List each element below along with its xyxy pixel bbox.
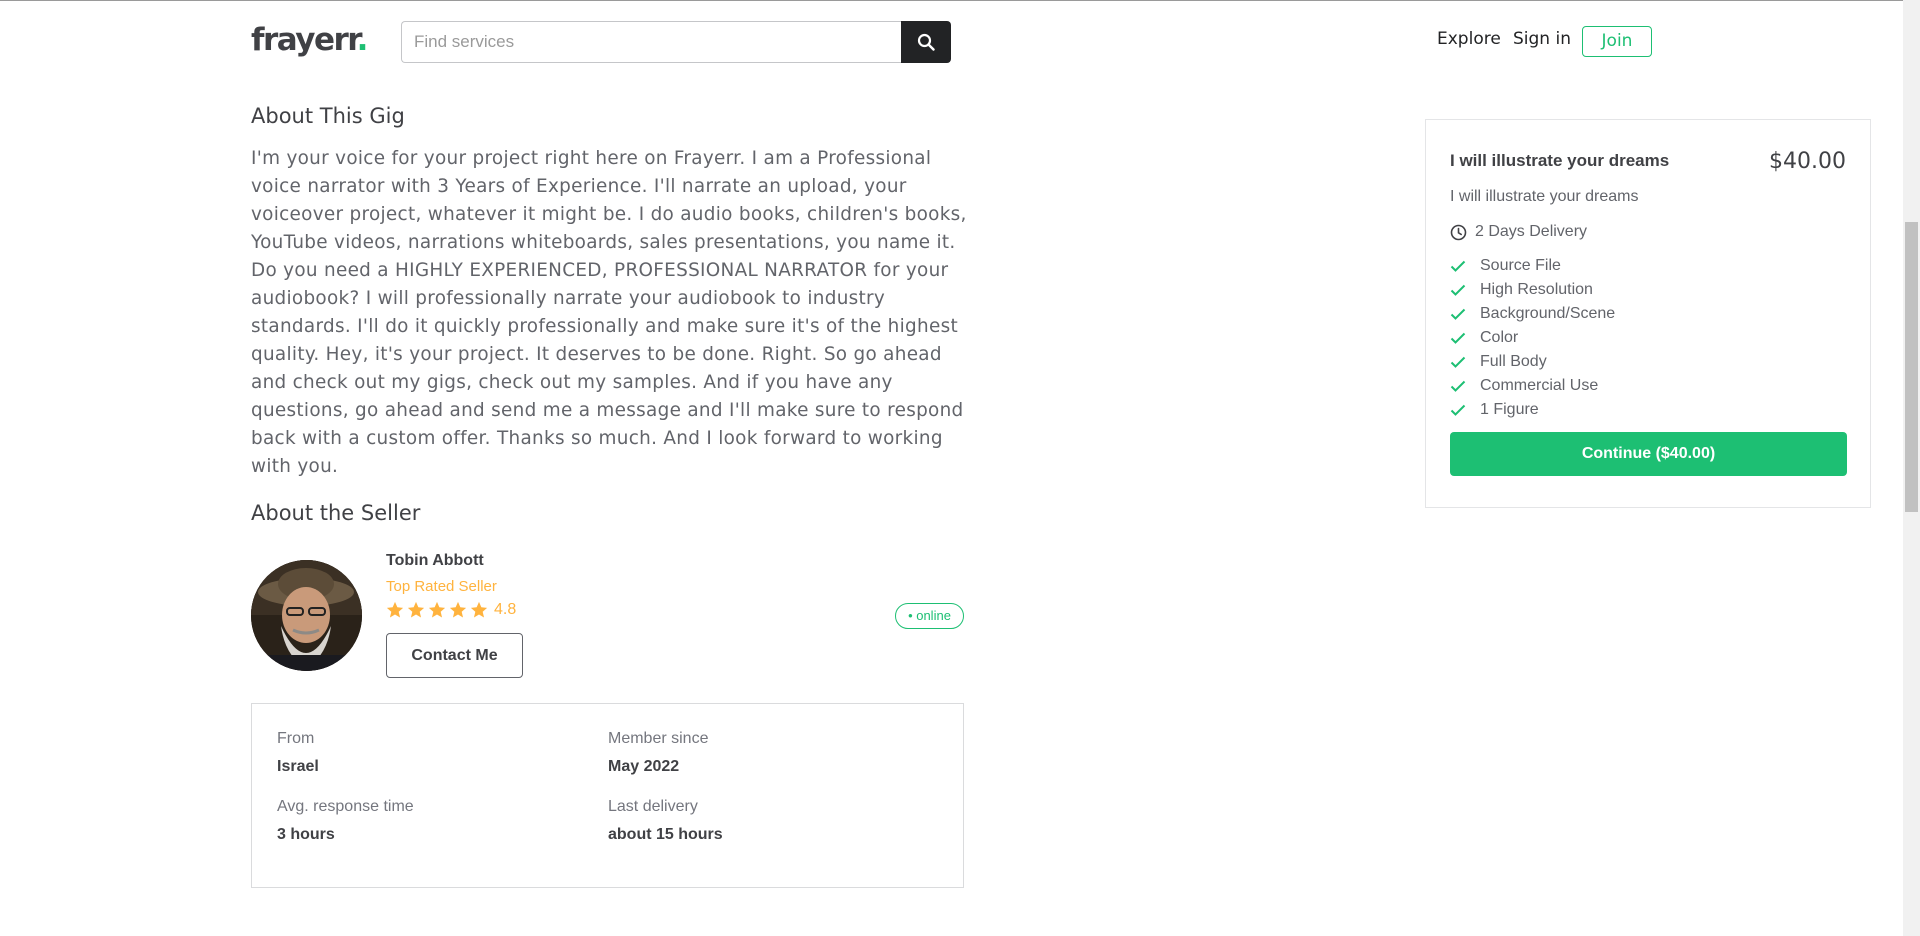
- from-label: From: [277, 730, 315, 747]
- contact-me-button[interactable]: Contact Me: [386, 633, 523, 678]
- site-header: frayerr. Explore Sign in Join: [0, 1, 1903, 81]
- feature-item: 1 Figure: [1450, 398, 1615, 422]
- star-icon: [428, 601, 446, 618]
- check-icon: [1450, 332, 1466, 344]
- seller-name[interactable]: Tobin Abbott: [386, 552, 484, 570]
- logo-text: frayerr: [251, 22, 358, 58]
- seller-rating: 4.8: [386, 599, 516, 621]
- feature-label: Source File: [1480, 257, 1561, 274]
- feature-label: Commercial Use: [1480, 377, 1599, 394]
- check-icon: [1450, 260, 1466, 272]
- star-icon: [407, 601, 425, 618]
- search-button[interactable]: [901, 21, 951, 63]
- check-icon: [1450, 380, 1466, 392]
- rating-value: 4.8: [494, 601, 517, 618]
- feature-item: Background/Scene: [1450, 302, 1615, 326]
- check-icon: [1450, 404, 1466, 416]
- star-icon: [449, 601, 467, 618]
- feature-item: Source File: [1450, 254, 1615, 278]
- search-icon: [917, 33, 935, 51]
- gig-description: I'm your voice for your project right he…: [251, 148, 967, 477]
- from-value: Israel: [277, 758, 319, 775]
- clock-icon: [1450, 224, 1467, 240]
- join-button[interactable]: Join: [1582, 26, 1652, 57]
- scrollbar-thumb[interactable]: [1905, 222, 1918, 512]
- package-card: I will illustrate your dreams $40.00 I w…: [1425, 119, 1871, 508]
- continue-button[interactable]: Continue ($40.00): [1450, 432, 1847, 476]
- package-delivery: 2 Days Delivery: [1450, 223, 1587, 241]
- feature-item: Full Body: [1450, 350, 1615, 374]
- feature-label: Full Body: [1480, 353, 1547, 370]
- member-since-value: May 2022: [608, 758, 680, 775]
- last-delivery-label: Last delivery: [608, 798, 698, 815]
- check-icon: [1450, 284, 1466, 296]
- star-icon: [386, 601, 404, 618]
- response-time-label: Avg. response time: [277, 798, 414, 815]
- last-delivery-value: about 15 hours: [608, 826, 723, 843]
- feature-list: Source File High Resolution Background/S…: [1450, 254, 1615, 422]
- feature-label: 1 Figure: [1480, 401, 1539, 418]
- member-since-label: Member since: [608, 730, 709, 747]
- nav-signin-link[interactable]: Sign in: [1513, 29, 1571, 49]
- response-time-value: 3 hours: [277, 826, 335, 843]
- feature-item: High Resolution: [1450, 278, 1615, 302]
- frayerr-logo[interactable]: frayerr.: [251, 19, 369, 61]
- logo-dot: .: [356, 22, 369, 58]
- nav-explore-link[interactable]: Explore: [1437, 29, 1501, 49]
- online-status-badge: • online: [895, 603, 964, 629]
- package-title: I will illustrate your dreams: [1450, 151, 1670, 170]
- delivery-text: 2 Days Delivery: [1475, 223, 1588, 240]
- search-input[interactable]: [401, 21, 901, 63]
- about-gig-heading: About This Gig: [251, 104, 405, 128]
- check-icon: [1450, 356, 1466, 368]
- seller-level-badge: Top Rated Seller: [386, 578, 497, 595]
- star-icon: [470, 601, 488, 618]
- package-price: $40.00: [1769, 149, 1846, 174]
- package-description: I will illustrate your dreams: [1450, 188, 1639, 205]
- feature-label: Color: [1480, 329, 1519, 346]
- check-icon: [1450, 308, 1466, 320]
- feature-item: Color: [1450, 326, 1615, 350]
- avatar-portrait-image: [251, 560, 362, 671]
- search-bar: [401, 21, 951, 63]
- seller-stats-box: From Israel Member since May 2022 Avg. r…: [251, 703, 964, 888]
- feature-item: Commercial Use: [1450, 374, 1615, 398]
- feature-label: High Resolution: [1480, 281, 1593, 298]
- page-scrollbar[interactable]: [1903, 0, 1920, 936]
- seller-avatar[interactable]: [251, 560, 362, 671]
- about-seller-heading: About the Seller: [251, 501, 421, 525]
- feature-label: Background/Scene: [1480, 305, 1616, 322]
